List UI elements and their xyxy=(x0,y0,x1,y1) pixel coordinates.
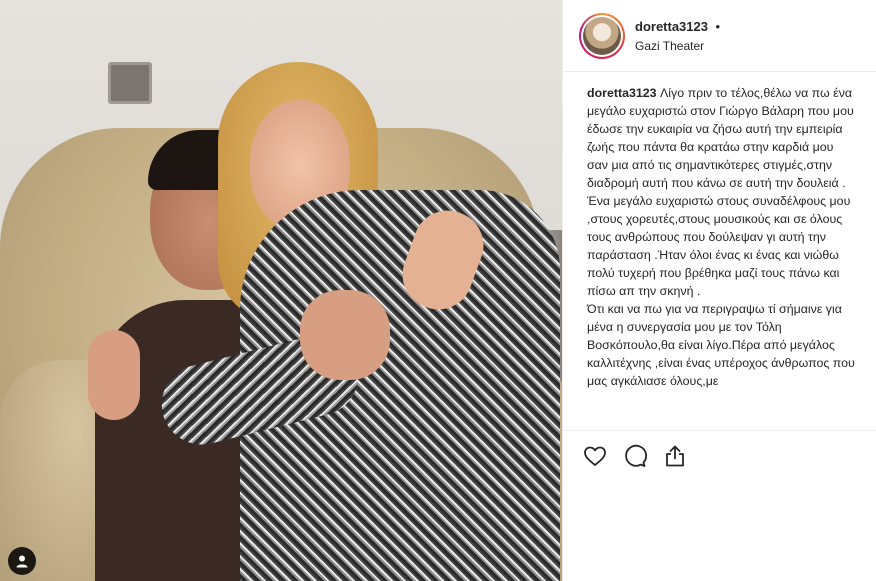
share-button[interactable] xyxy=(663,441,703,471)
location-link[interactable]: Gazi Theater xyxy=(635,39,720,54)
caption: doretta3123 Λίγο πριν το τέλος,θέλω να π… xyxy=(587,84,856,390)
man-hand-right xyxy=(300,290,390,380)
comment-icon xyxy=(625,444,647,467)
user-tag-button[interactable] xyxy=(8,547,36,575)
man-hand-left xyxy=(88,330,140,420)
caption-username-link[interactable]: doretta3123 xyxy=(587,86,657,100)
wall-switch xyxy=(108,62,152,104)
like-button[interactable] xyxy=(583,441,623,471)
avatar[interactable] xyxy=(583,16,621,55)
caption-scroll-area[interactable]: doretta3123 Λίγο πριν το τέλος,θέλω να π… xyxy=(563,72,876,430)
separator-dot: • xyxy=(715,19,720,34)
post-header: doretta3123 • Gazi Theater xyxy=(563,0,876,72)
username-link[interactable]: doretta3123 xyxy=(635,19,708,34)
share-icon xyxy=(666,445,684,466)
heart-icon xyxy=(584,446,606,466)
header-text: doretta3123 • Gazi Theater xyxy=(635,17,720,54)
post-side-panel: doretta3123 • Gazi Theater doretta3123 Λ… xyxy=(562,0,876,581)
comment-button[interactable] xyxy=(623,441,663,471)
avatar-story-ring[interactable] xyxy=(579,12,625,59)
action-bar xyxy=(563,430,876,480)
post-photo[interactable] xyxy=(0,0,562,581)
user-icon xyxy=(16,555,28,568)
caption-text: Λίγο πριν το τέλος,θέλω να πω ένα μεγάλο… xyxy=(587,86,855,388)
